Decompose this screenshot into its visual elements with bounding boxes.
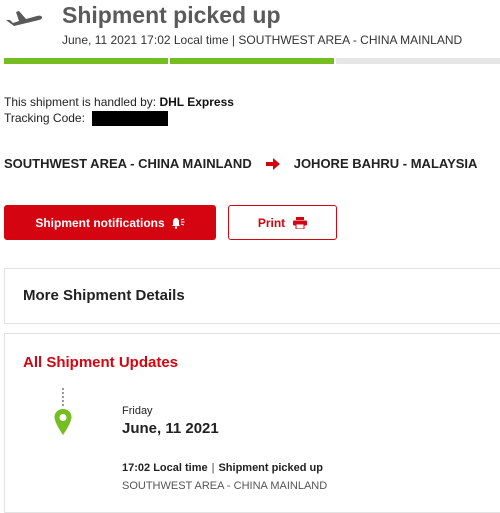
route-origin: SOUTHWEST AREA - CHINA MAINLAND (4, 156, 252, 171)
more-shipment-details-panel[interactable]: More Shipment Details (4, 268, 500, 324)
shipment-notifications-button[interactable]: Shipment notifications (4, 205, 216, 240)
arrow-right-icon (265, 157, 280, 170)
update-date: June, 11 2021 (122, 420, 219, 437)
printer-icon (293, 216, 308, 229)
shipment-updates-panel: All Shipment Updates Friday June, 11 202… (4, 333, 500, 513)
tracking-code-line: Tracking Code: (4, 111, 169, 127)
update-event: 17:02 Local time | Shipment picked up (122, 462, 323, 474)
handled-by-line: This shipment is handled by: DHL Express (4, 95, 234, 109)
shipment-notifications-label: Shipment notifications (35, 215, 165, 230)
airplane-icon (6, 11, 42, 26)
handled-by-value: DHL Express (159, 95, 234, 109)
handled-by-label: This shipment is handled by: (4, 95, 157, 109)
update-day: Friday (122, 405, 153, 417)
location-pin-icon (54, 409, 72, 435)
tracking-code-redacted (92, 111, 169, 127)
more-shipment-details-title[interactable]: More Shipment Details (23, 287, 185, 304)
shipment-route: SOUTHWEST AREA - CHINA MAINLAND JOHORE B… (4, 156, 477, 171)
shipment-status-subtitle: June, 11 2021 17:02 Local time | SOUTHWE… (62, 33, 463, 47)
progress-segment-1 (4, 58, 168, 64)
route-destination: JOHORE BAHRU - MALAYSIA (293, 156, 478, 171)
update-location: SOUTHWEST AREA - CHINA MAINLAND (122, 480, 328, 492)
timeline-dotted-line (62, 388, 64, 408)
progress-segment-2 (170, 58, 334, 64)
print-button[interactable]: Print (228, 205, 337, 240)
update-status: Shipment picked up (218, 462, 323, 474)
progress-segment-3 (336, 58, 500, 64)
tracking-code-label: Tracking Code: (4, 111, 85, 125)
shipment-updates-title: All Shipment Updates (23, 354, 179, 371)
shipment-progress-bar (4, 58, 500, 64)
update-separator: | (211, 462, 215, 474)
shipment-status-title: Shipment picked up (62, 2, 281, 28)
bell-icon (171, 217, 185, 229)
update-time: 17:02 Local time (122, 462, 208, 474)
print-label: Print (257, 215, 286, 230)
